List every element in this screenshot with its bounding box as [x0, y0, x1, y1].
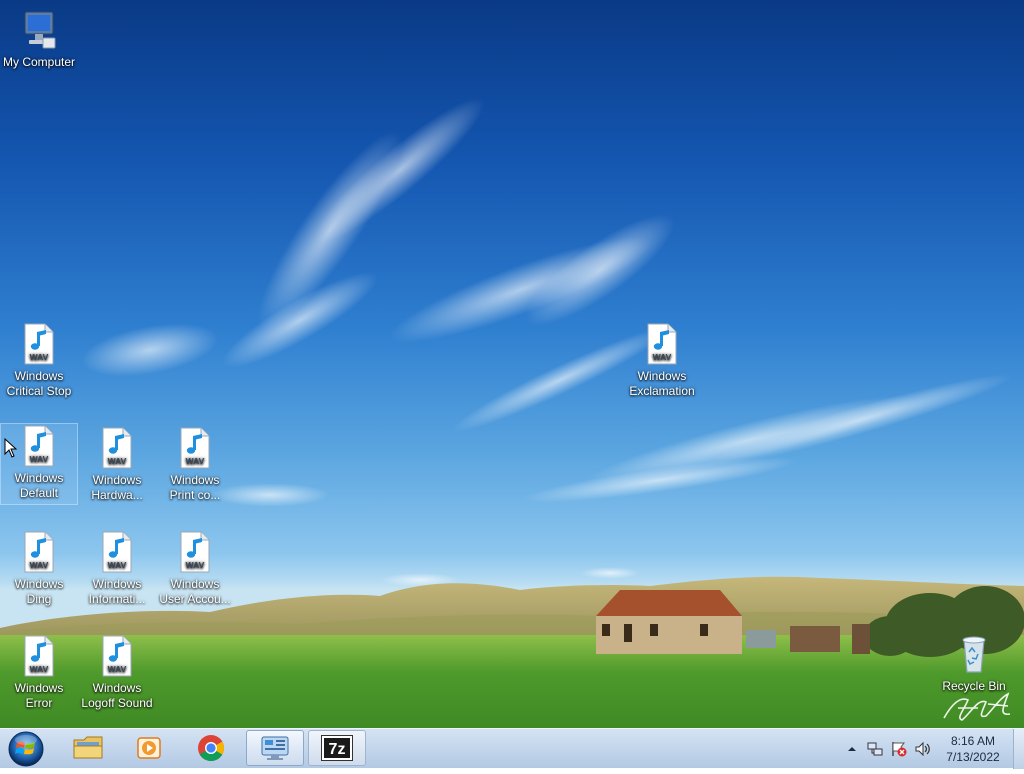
control-panel-icon: [261, 736, 289, 760]
windows-information-file[interactable]: Windows Informati...: [79, 530, 155, 607]
wav-file-icon: [24, 425, 54, 467]
windows-hardware-file[interactable]: Windows Hardwa...: [79, 426, 155, 503]
network-icon[interactable]: [866, 740, 884, 758]
windows-default-file[interactable]: Windows Default: [0, 423, 78, 505]
icon-label: Windows User Accou...: [159, 577, 231, 606]
chrome-button[interactable]: [182, 730, 240, 766]
windows-exclamation-file[interactable]: Windows Exclamation: [624, 322, 700, 399]
signature-watermark: [943, 692, 1011, 721]
icon-label: Windows Default: [14, 471, 64, 500]
start-button[interactable]: [4, 729, 48, 769]
icon-label: Windows Hardwa...: [91, 473, 143, 502]
clock-time: 8:16 AM: [950, 734, 996, 748]
icon-label: Windows Print co...: [169, 473, 221, 502]
taskbar: 7z 8:16 AM 7/13/2022: [0, 728, 1024, 769]
wav-file-icon: [102, 635, 132, 677]
my-computer-icon-item[interactable]: My Computer: [1, 8, 77, 70]
icon-label: My Computer: [2, 55, 76, 69]
windows-orb-icon: [8, 731, 44, 767]
chrome-icon: [198, 735, 225, 762]
wav-file-icon: [102, 531, 132, 573]
windows-error-file[interactable]: Windows Error: [1, 634, 77, 711]
volume-icon[interactable]: [914, 740, 932, 758]
desktop[interactable]: My Computer Windows Critical Stop Window…: [0, 0, 1024, 728]
windows-print-complete-file[interactable]: Windows Print co...: [157, 426, 233, 503]
wallpaper: [0, 97, 1024, 728]
wav-file-icon: [24, 635, 54, 677]
recycle-bin-icon: [962, 636, 986, 673]
icon-label: Windows Exclamation: [629, 369, 695, 398]
computer-icon: [24, 11, 56, 49]
wav-file-icon: [24, 323, 54, 365]
windows-logoff-sound-file[interactable]: Windows Logoff Sound: [79, 634, 155, 711]
wav-file-icon: [647, 323, 677, 365]
wav-file-icon: [180, 531, 210, 573]
explorer-button[interactable]: [60, 730, 118, 766]
clock-date: 7/13/2022: [946, 750, 1000, 764]
action-center-icon[interactable]: [890, 740, 908, 758]
media-player-icon: [137, 737, 161, 759]
icon-label: Windows Error: [14, 681, 64, 710]
icon-label: Windows Informati...: [88, 577, 146, 606]
wav-file-icon: [180, 427, 210, 469]
control-panel-button[interactable]: [246, 730, 304, 766]
wav-file-icon: [24, 531, 54, 573]
wav-file-icon: [102, 427, 132, 469]
folder-icon: [73, 736, 103, 759]
tray-clock[interactable]: 8:16 AM 7/13/2022: [936, 733, 1010, 765]
windows-ding-file[interactable]: Windows Ding: [1, 530, 77, 607]
show-desktop-button[interactable]: [1013, 729, 1024, 769]
7zip-icon: 7z: [321, 735, 353, 761]
media-player-button[interactable]: [120, 730, 178, 766]
icon-label: Windows Logoff Sound: [81, 681, 153, 710]
mouse-cursor-icon: [4, 438, 18, 458]
7zip-button[interactable]: 7z: [308, 730, 366, 766]
windows-user-account-file[interactable]: Windows User Accou...: [157, 530, 233, 607]
show-hidden-icons-icon[interactable]: [843, 740, 861, 758]
windows-critical-stop-file[interactable]: Windows Critical Stop: [1, 322, 77, 399]
icon-label: Windows Ding: [14, 577, 64, 606]
icon-label: Windows Critical Stop: [6, 369, 72, 398]
